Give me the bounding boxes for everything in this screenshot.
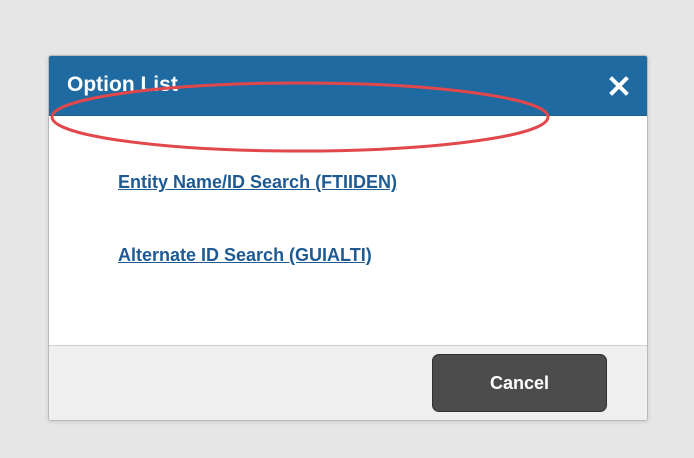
dialog-footer: Cancel	[49, 345, 647, 420]
cancel-button[interactable]: Cancel	[432, 354, 607, 412]
close-button[interactable]	[609, 76, 629, 96]
dialog-header: Option List	[49, 56, 647, 116]
option-link-alternate-id-search[interactable]: Alternate ID Search (GUIALTI)	[118, 244, 372, 266]
option-list-dialog: Option List Entity Name/ID Search (FTIID…	[48, 55, 648, 421]
close-icon	[609, 76, 629, 96]
dialog-body: Entity Name/ID Search (FTIIDEN) Alternat…	[49, 116, 647, 345]
dialog-title: Option List	[67, 73, 178, 96]
option-link-entity-name-id-search[interactable]: Entity Name/ID Search (FTIIDEN)	[118, 171, 397, 193]
